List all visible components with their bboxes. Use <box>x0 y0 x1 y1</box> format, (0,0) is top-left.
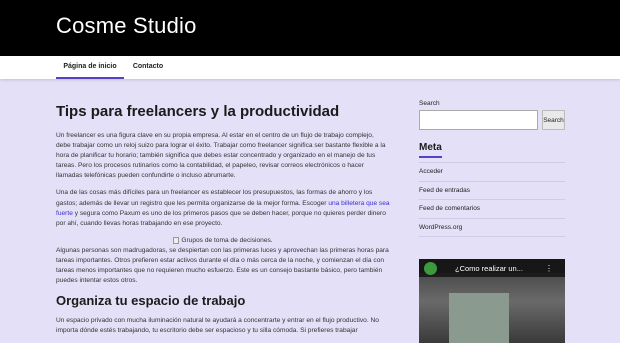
meta-link-wordpress[interactable]: WordPress.org <box>419 219 565 237</box>
channel-avatar[interactable] <box>424 261 437 275</box>
search-input[interactable] <box>419 110 538 130</box>
post-paragraph-2: Una de las cosas más difíciles para un f… <box>56 188 390 228</box>
meta-links: Acceder Feed de entradas Feed de comenta… <box>419 162 565 237</box>
search-form: Search <box>419 110 565 130</box>
video-title[interactable]: ¿Como realizar un... <box>455 264 523 273</box>
video-thumbnail <box>419 273 565 343</box>
post-paragraph-4: Un espacio privado con mucha iluminación… <box>56 317 379 335</box>
post-paragraph-3: Algunas personas son madrugadoras, se de… <box>56 246 389 285</box>
site-title[interactable]: Cosme Studio <box>56 13 197 39</box>
post-image: Grupos de toma de decisiones. <box>56 236 390 246</box>
post-paragraph-1: Un freelancer es una figura clave en su … <box>56 132 386 180</box>
post-title: Tips para freelancers y la productividad <box>56 103 340 120</box>
section-heading: Organiza tu espacio de trabajo <box>56 293 246 309</box>
search-button[interactable]: Search <box>542 110 565 130</box>
post-content: Tips para freelancers y la productividad… <box>56 103 390 343</box>
site-header: Cosme Studio <box>0 0 620 56</box>
broken-image-icon <box>173 237 180 245</box>
sidebar: Search Search Meta Acceder Feed de entra… <box>419 100 565 237</box>
nav-item-contact[interactable]: Contacto <box>124 56 172 79</box>
paragraph-text: y segura como Paxum es uno de los primer… <box>56 209 386 227</box>
search-label: Search <box>419 100 440 107</box>
video-embed[interactable]: ¿Como realizar un... ⋮ <box>419 259 565 343</box>
image-alt-text: Grupos de toma de decisiones. <box>181 236 273 244</box>
video-title-bar: ¿Como realizar un... ⋮ <box>419 259 565 277</box>
main-navigation: Página de inicio Contacto <box>0 56 620 79</box>
nav-item-home[interactable]: Página de inicio <box>56 56 124 79</box>
video-thumbnail-object <box>449 293 509 343</box>
meta-link-login[interactable]: Acceder <box>419 163 565 182</box>
meta-link-entries-feed[interactable]: Feed de entradas <box>419 182 565 200</box>
more-vertical-icon[interactable]: ⋮ <box>545 264 553 273</box>
meta-link-comments-feed[interactable]: Feed de comentarios <box>419 200 565 219</box>
paragraph-text: Una de las cosas más difíciles para un f… <box>56 189 373 207</box>
meta-widget-title: Meta <box>419 142 442 158</box>
